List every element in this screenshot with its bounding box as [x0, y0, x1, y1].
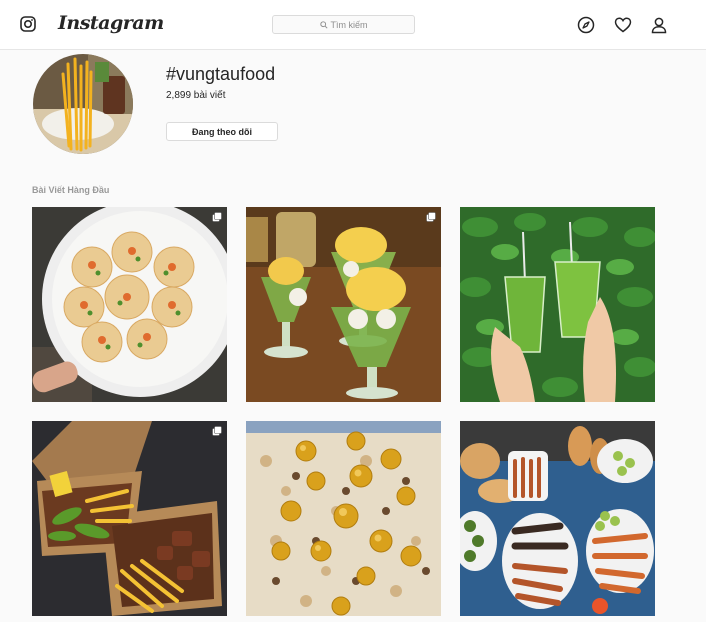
instagram-wordmark[interactable]: Instagram: [58, 12, 164, 34]
hashtag-title: #vungtaufood: [166, 64, 276, 84]
post-green-drinks[interactable]: [460, 207, 655, 402]
post-steak-fries-box[interactable]: [32, 421, 227, 616]
multiple-photos-icon: [212, 212, 222, 222]
sticky-rice-image: [246, 421, 441, 616]
instagram-logo-icon[interactable]: [20, 16, 36, 32]
avocado-ice-cream-image: [246, 207, 441, 402]
search-placeholder: Tìm kiếm: [330, 19, 368, 30]
top-navigation-bar: Instagram Tìm kiếm: [0, 0, 706, 50]
heart-icon[interactable]: [614, 16, 632, 34]
green-drinks-image: [460, 207, 655, 402]
shrimp-pancakes-image: [32, 207, 227, 402]
top-posts-title: Bài Viết Hàng Đầu: [32, 185, 110, 195]
post-sticky-rice-quail-eggs[interactable]: [246, 421, 441, 616]
grilled-skewers-image: [460, 421, 655, 616]
multiple-photos-icon: [212, 426, 222, 436]
profile-icon[interactable]: [650, 16, 668, 34]
following-button[interactable]: Đang theo dõi: [166, 122, 278, 141]
post-count: 2,899 bài viết: [166, 90, 226, 101]
steak-fries-image: [32, 421, 227, 616]
post-avocado-ice-cream[interactable]: [246, 207, 441, 402]
post-grilled-skewers-table[interactable]: [460, 421, 655, 616]
hashtag-avatar: [33, 54, 133, 154]
search-icon: [319, 20, 328, 29]
multiple-photos-icon: [426, 212, 436, 222]
post-shrimp-pancakes[interactable]: [32, 207, 227, 402]
search-input[interactable]: Tìm kiếm: [272, 15, 415, 34]
explore-compass-icon[interactable]: [577, 16, 595, 34]
